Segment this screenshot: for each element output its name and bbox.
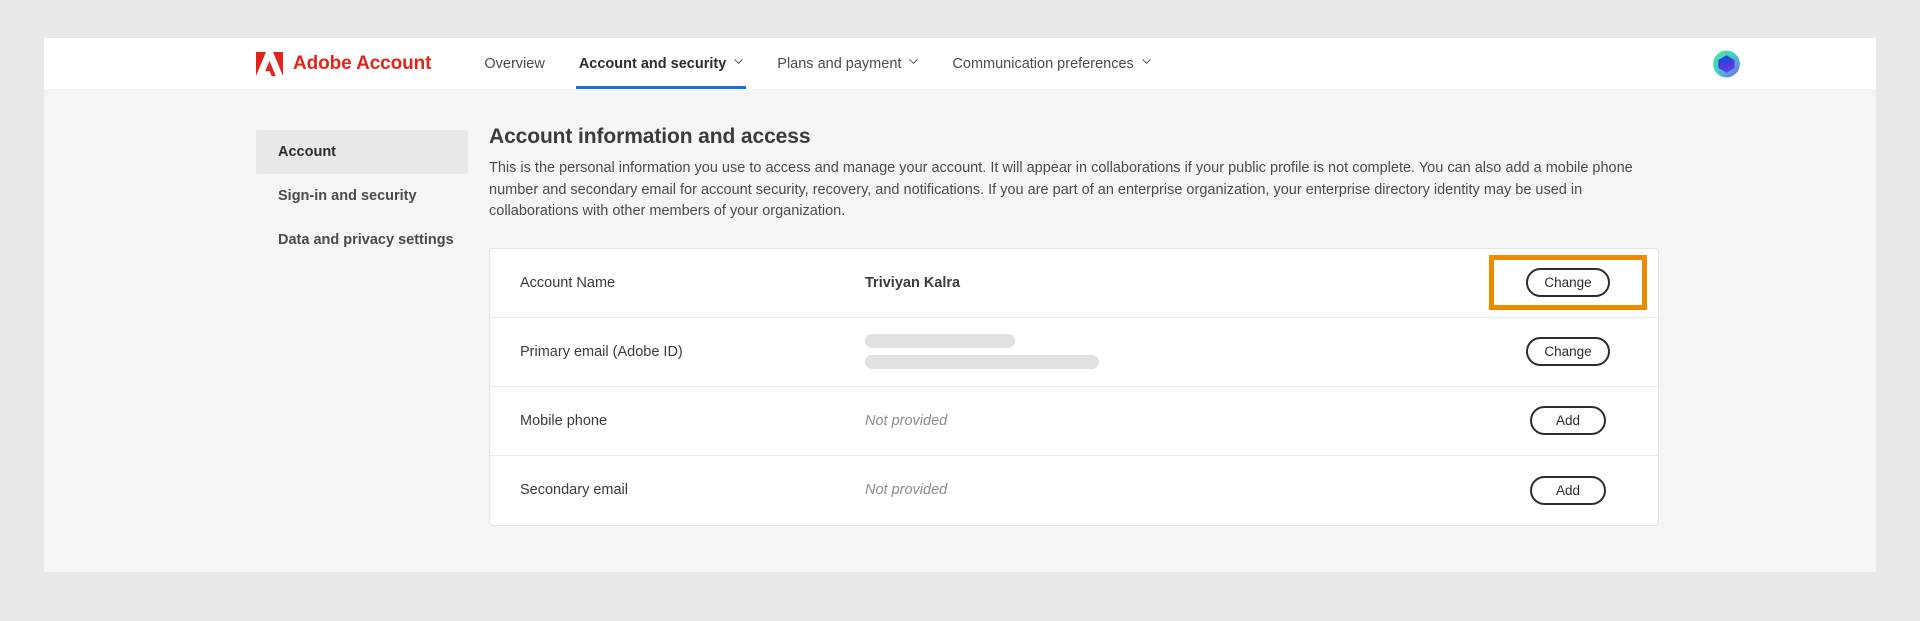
chevron-down-icon	[734, 57, 743, 66]
table-row: Account Name Triviyan Kalra Change	[490, 249, 1658, 318]
sidebar-item-data-and-privacy-settings[interactable]: Data and privacy settings	[256, 218, 468, 262]
top-navigation-bar: Adobe Account Overview Account and secur…	[44, 38, 1876, 89]
nav-item-account-and-security-label: Account and security	[578, 55, 727, 72]
nav-item-account-and-security[interactable]: Account and security	[562, 38, 760, 89]
row-label-primary-email: Primary email (Adobe ID)	[520, 343, 683, 360]
nav-item-communication-preferences-label: Communication preferences	[952, 55, 1134, 72]
change-primary-email-button[interactable]: Change	[1526, 337, 1610, 366]
table-row: Mobile phone Not provided Add	[490, 387, 1658, 456]
page-title: Account information and access	[489, 125, 811, 148]
redacted-bar	[865, 334, 1015, 348]
table-row: Secondary email Not provided Add	[490, 456, 1658, 525]
page-description: This is the personal information you use…	[489, 160, 1633, 219]
row-value-primary-email	[865, 334, 1506, 369]
sidebar-nav: Account Sign-in and security Data and pr…	[256, 89, 468, 572]
row-value-account-name: Triviyan Kalra	[865, 274, 961, 291]
nav-item-communication-preferences[interactable]: Communication preferences	[935, 38, 1167, 89]
sidebar-item-sign-in-and-security[interactable]: Sign-in and security	[256, 174, 468, 218]
adobe-logo-icon	[256, 51, 283, 76]
row-action-primary-email: Change	[1506, 337, 1630, 366]
user-avatar-icon	[1713, 50, 1740, 77]
add-mobile-phone-button[interactable]: Add	[1530, 406, 1606, 435]
row-action-account-name: Change	[1489, 255, 1647, 310]
nav-item-overview[interactable]: Overview	[467, 38, 561, 89]
sidebar-item-sign-in-and-security-label: Sign-in and security	[278, 188, 417, 204]
sidebar-item-account-label: Account	[278, 144, 336, 160]
row-label-account-name: Account Name	[520, 274, 616, 291]
sidebar-item-account[interactable]: Account	[256, 130, 468, 174]
row-action-mobile-phone: Add	[1506, 406, 1630, 435]
browser-page: Adobe Account Overview Account and secur…	[44, 38, 1876, 572]
row-label-secondary-email: Secondary email	[520, 482, 628, 498]
row-action-secondary-email: Add	[1506, 475, 1630, 505]
chevron-down-icon	[1142, 57, 1151, 66]
row-value-secondary-email: Not provided	[865, 482, 948, 498]
nav-item-overview-label: Overview	[484, 55, 545, 72]
row-value-mobile-phone: Not provided	[865, 412, 948, 429]
brand-title: Adobe Account	[293, 52, 432, 74]
redacted-email-placeholder	[865, 334, 1506, 369]
sidebar-item-data-and-privacy-settings-label: Data and privacy settings	[278, 232, 454, 248]
nav-item-plans-and-payment[interactable]: Plans and payment	[760, 38, 935, 89]
account-info-card: Account Name Triviyan Kalra Change Prima…	[489, 247, 1659, 526]
brand-logo-link[interactable]: Adobe Account	[256, 51, 432, 76]
page-body: Account Sign-in and security Data and pr…	[44, 89, 1876, 572]
row-label-mobile-phone: Mobile phone	[520, 412, 608, 429]
primary-nav: Overview Account and security Plans and …	[467, 38, 1167, 89]
chevron-down-icon	[909, 57, 919, 66]
change-account-name-button[interactable]: Change	[1526, 268, 1610, 297]
user-avatar-button[interactable]	[1713, 50, 1740, 77]
main-content: Account information and access This is t…	[468, 89, 1674, 572]
table-row: Primary email (Adobe ID) Change	[490, 318, 1658, 387]
redacted-bar	[865, 355, 1099, 369]
nav-item-plans-and-payment-label: Plans and payment	[777, 55, 902, 72]
add-secondary-email-button[interactable]: Add	[1530, 475, 1606, 505]
